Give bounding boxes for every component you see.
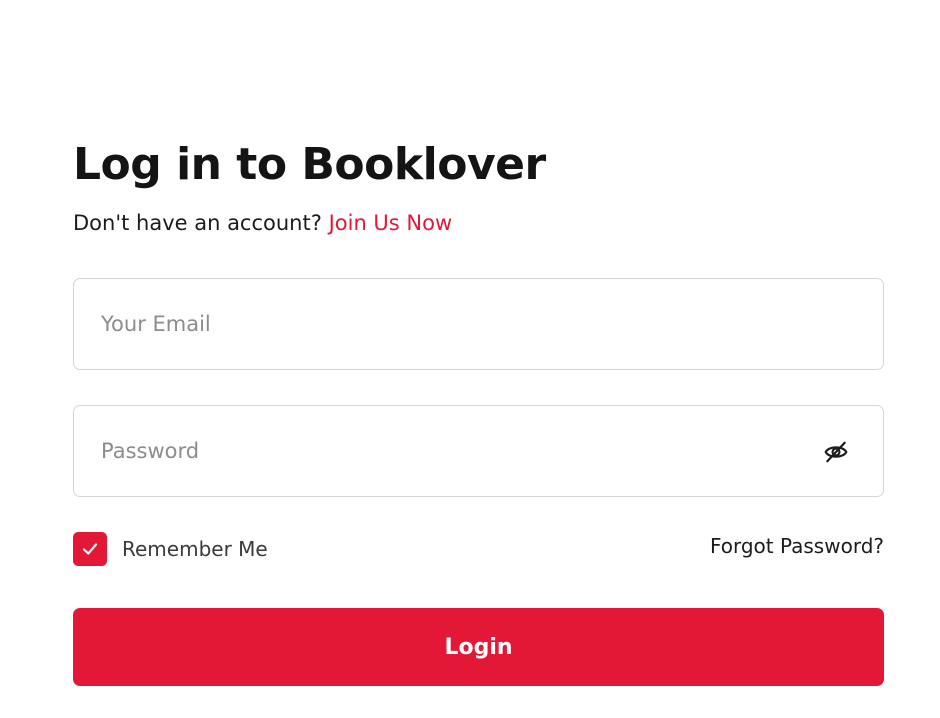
page-title: Log in to Booklover: [73, 139, 546, 190]
password-field: [73, 405, 884, 497]
remember-me-checkbox[interactable]: [73, 532, 107, 566]
join-us-link[interactable]: Join Us Now: [329, 211, 453, 235]
forgot-password-link[interactable]: Forgot Password?: [710, 532, 884, 560]
checkmark-icon: [82, 543, 98, 555]
email-input[interactable]: [74, 279, 883, 369]
signup-prompt: Don't have an account?: [73, 211, 322, 235]
options-row: Remember Me Forgot Password?: [73, 532, 884, 568]
remember-me-label: Remember Me: [122, 537, 268, 561]
login-button[interactable]: Login: [73, 608, 884, 686]
remember-me[interactable]: Remember Me: [73, 532, 268, 566]
eye-off-icon[interactable]: [823, 439, 849, 465]
signup-row: Don't have an account? Join Us Now: [73, 208, 884, 238]
password-input[interactable]: [74, 406, 883, 496]
email-field: [73, 278, 884, 370]
login-form: Log in to Booklover Don't have an accoun…: [73, 138, 884, 686]
